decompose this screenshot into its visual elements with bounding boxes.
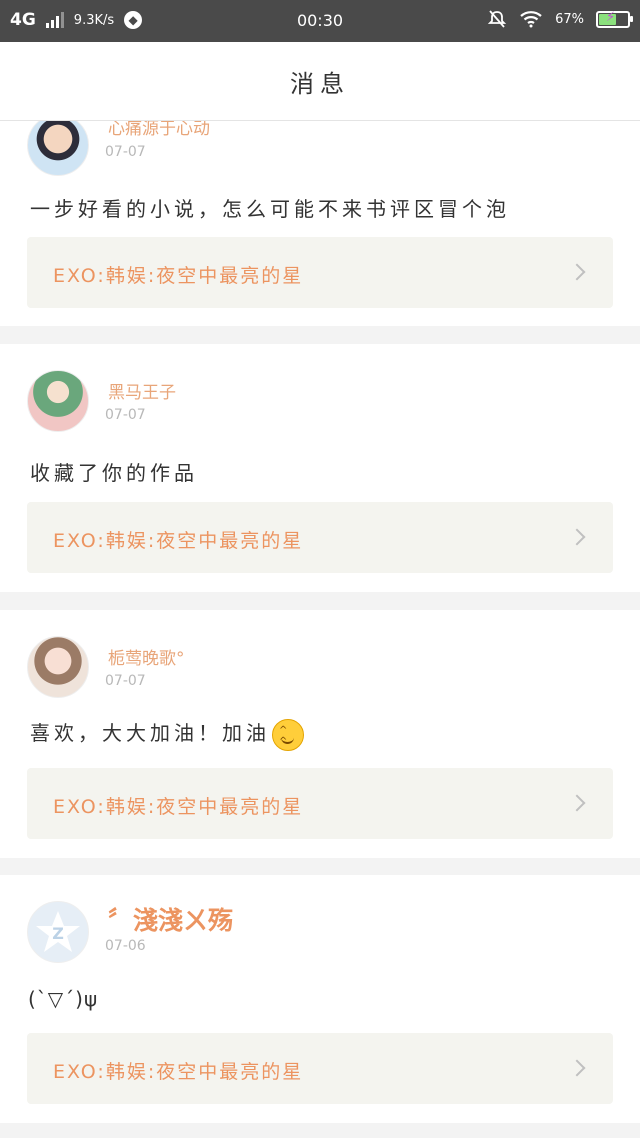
message-date: 07-07	[105, 673, 146, 689]
book-title: EXO:韩娱:夜空中最亮的星	[53, 530, 304, 552]
page-header: 消息	[0, 42, 640, 121]
smile-emoji-icon	[272, 718, 304, 751]
chevron-right-icon	[568, 263, 586, 281]
book-link[interactable]: EXO:韩娱:夜空中最亮的星	[27, 1033, 613, 1104]
avatar[interactable]: Z	[27, 901, 89, 963]
avatar[interactable]	[27, 121, 89, 176]
message-date: 07-06	[105, 938, 146, 954]
avatar[interactable]	[27, 370, 89, 432]
battery-icon: ⚡	[596, 9, 633, 28]
svg-text:Z: Z	[52, 924, 64, 943]
book-title: EXO:韩娱:夜空中最亮的星	[53, 1061, 304, 1083]
book-link[interactable]: EXO:韩娱:夜空中最亮的星	[27, 502, 613, 573]
message-card[interactable]: Z 〞淺淺ㄨ殇 07-06 (ˋ▽ˊ)ψ EXO:韩娱:夜空中最亮的星	[0, 875, 640, 1123]
book-link[interactable]: EXO:韩娱:夜空中最亮的星	[27, 768, 613, 839]
username[interactable]: 栀莺晚歌°	[108, 644, 185, 669]
message-content: 收藏了你的作品	[30, 461, 198, 485]
message-card[interactable]: 黑马王子 07-07 收藏了你的作品 EXO:韩娱:夜空中最亮的星	[0, 344, 640, 592]
message-content: 喜欢，大大加油！加油	[30, 717, 304, 751]
wifi-icon	[520, 11, 542, 28]
status-bar: 4G 9.3K/s ◆ 00:30 67% ⚡	[0, 0, 640, 42]
message-date: 07-07	[105, 407, 146, 423]
page-title: 消息	[290, 69, 350, 98]
username[interactable]: 〞淺淺ㄨ殇	[108, 901, 233, 937]
charging-icon: ⚡	[606, 9, 616, 25]
username[interactable]: 黑马王子	[108, 378, 176, 403]
chevron-right-icon	[568, 528, 586, 546]
default-avatar-icon: Z	[36, 911, 80, 952]
message-content: 一步好看的小说，怎么可能不来书评区冒个泡	[30, 197, 510, 221]
book-title: EXO:韩娱:夜空中最亮的星	[53, 265, 304, 287]
message-date: 07-07	[105, 144, 146, 160]
battery-percent: 67%	[555, 11, 584, 27]
message-text: 喜欢，大大加油！加油	[30, 721, 270, 745]
message-card[interactable]: 栀莺晚歌° 07-07 喜欢，大大加油！加油 EXO:韩娱:夜空中最亮的星	[0, 610, 640, 858]
message-content: (ˋ▽ˊ)ψ	[28, 987, 99, 1011]
avatar[interactable]	[27, 636, 89, 698]
book-link[interactable]: EXO:韩娱:夜空中最亮的星	[27, 237, 613, 308]
bell-off-icon	[487, 10, 507, 28]
chevron-right-icon	[568, 794, 586, 812]
book-title: EXO:韩娱:夜空中最亮的星	[53, 796, 304, 818]
chevron-right-icon	[568, 1059, 586, 1077]
